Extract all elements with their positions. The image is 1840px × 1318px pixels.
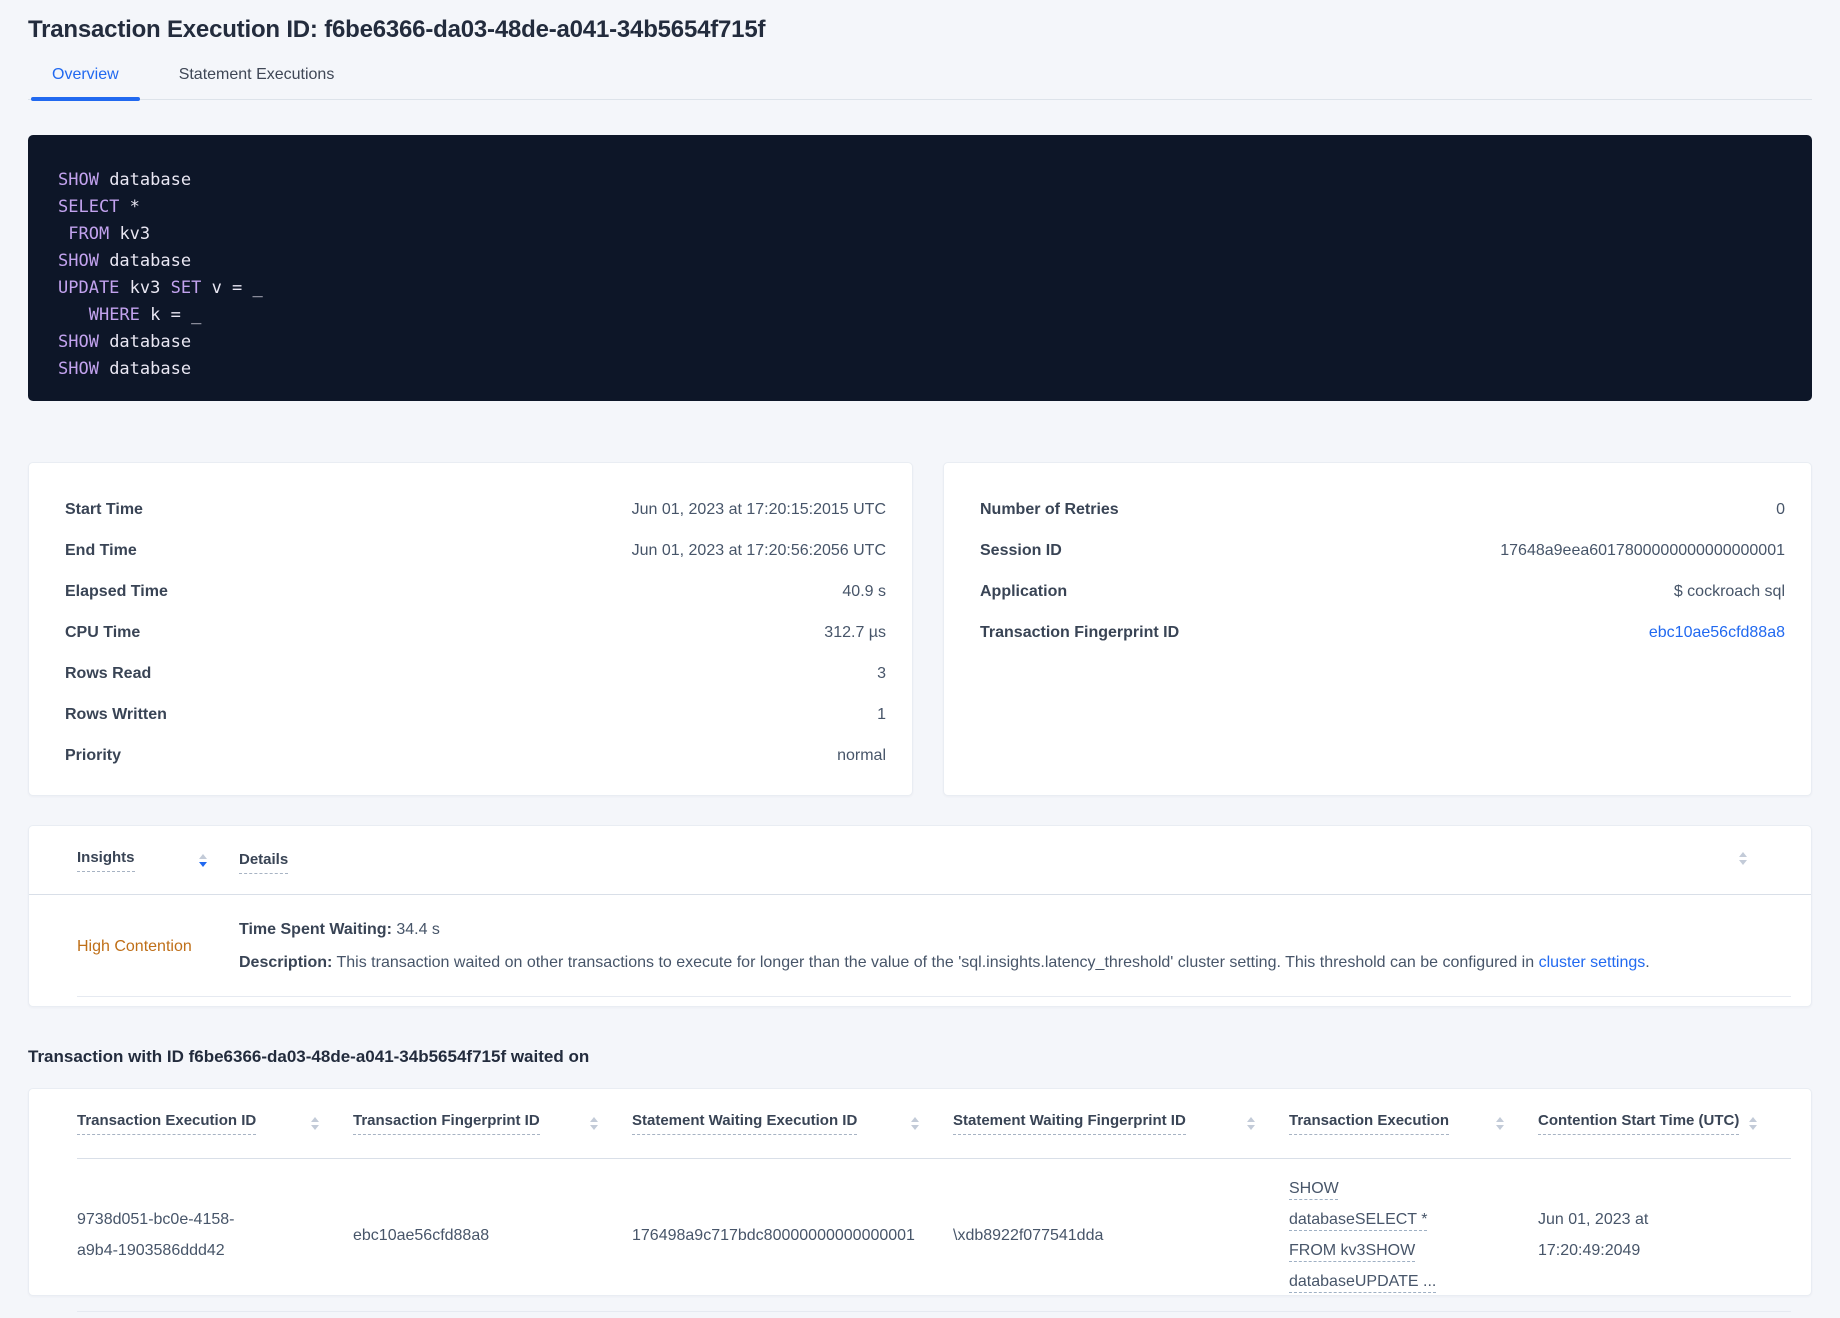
sort-arrows-icon (911, 1117, 919, 1130)
column-header-statement-waiting-fingerprint-id[interactable]: Statement Waiting Fingerprint ID (953, 1112, 1289, 1135)
column-header-statement-waiting-execution-id[interactable]: Statement Waiting Execution ID (632, 1112, 953, 1135)
stat-row-transaction-fingerprint-id: Transaction Fingerprint ID ebc10ae56cfd8… (980, 612, 1785, 653)
waited-on-table-row: 9738d051-bc0e-4158-a9b4-1903586ddd42 ebc… (77, 1159, 1791, 1312)
stat-row-retries: Number of Retries 0 (980, 489, 1785, 530)
stat-row-application: Application $ cockroach sql (980, 571, 1785, 612)
stat-value: Jun 01, 2023 at 17:20:15:2015 UTC (631, 500, 886, 518)
stat-row-session-id: Session ID 17648a9eea6017800000000000000… (980, 530, 1785, 571)
insight-description: Description: This transaction waited on … (239, 954, 1650, 971)
transaction-fingerprint-id-cell: ebc10ae56cfd88a8 (353, 1226, 490, 1244)
stat-value: 3 (877, 664, 886, 682)
stat-row-priority: Priority normal (65, 735, 886, 776)
stat-label: Elapsed Time (65, 582, 168, 600)
stat-label: Application (980, 582, 1068, 600)
stat-label: Start Time (65, 500, 143, 518)
sql-line: UPDATE kv3 SET v = _ (58, 278, 263, 298)
stat-row-start-time: Start Time Jun 01, 2023 at 17:20:15:2015… (65, 489, 886, 530)
waited-on-table-header: Transaction Execution ID Transaction Fin… (77, 1089, 1791, 1159)
stat-label: Rows Read (65, 664, 152, 682)
page-title: Transaction Execution ID: f6be6366-da03-… (28, 16, 766, 43)
stat-row-cpu-time: CPU Time 312.7 µs (65, 612, 886, 653)
insight-details-cell: Time Spent Waiting: 34.4 s Description: … (239, 917, 1791, 976)
tab-overview-label: Overview (52, 66, 119, 83)
column-header-transaction-fingerprint-id[interactable]: Transaction Fingerprint ID (353, 1112, 632, 1135)
execution-stats-card: Start Time Jun 01, 2023 at 17:20:15:2015… (28, 462, 913, 796)
tab-statement-executions-label: Statement Executions (178, 66, 335, 83)
sql-line: SHOW database (58, 332, 192, 352)
stat-value: 312.7 µs (824, 623, 886, 641)
sql-line: FROM kv3 (68, 224, 151, 244)
tab-bar: Overview Statement Executions (28, 66, 1812, 101)
stat-row-rows-read: Rows Read 3 (65, 653, 886, 694)
stat-label: Session ID (980, 541, 1062, 559)
time-spent-waiting: Time Spent Waiting: 34.4 s (239, 921, 440, 938)
stat-label: Transaction Fingerprint ID (980, 623, 1180, 641)
insight-type-cell: High Contention (77, 937, 192, 955)
stat-label: CPU Time (65, 623, 141, 641)
stat-row-elapsed-time: Elapsed Time 40.9 s (65, 571, 886, 612)
cluster-settings-link[interactable]: cluster settings (1539, 954, 1646, 971)
sort-arrows-icon (1247, 1117, 1255, 1130)
waited-on-table-card: Transaction Execution ID Transaction Fin… (28, 1088, 1812, 1312)
stat-value: normal (837, 746, 886, 764)
stat-label: End Time (65, 541, 137, 559)
stat-value: $ cockroach sql (1673, 582, 1785, 600)
transaction-execution-id-cell: 9738d051-bc0e-4158-a9b4-1903586ddd42 (77, 1211, 235, 1259)
stat-label: Rows Written (65, 705, 167, 723)
transaction-fingerprint-id-link[interactable]: ebc10ae56cfd88a8 (1649, 624, 1785, 642)
waited-on-heading: Transaction with ID f6be6366-da03-48de-a… (28, 1047, 590, 1066)
sql-line: SHOW database (58, 359, 192, 379)
sql-line: SELECT * (58, 197, 140, 217)
statement-waiting-fingerprint-id-cell: \xdb8922f077541dda (953, 1226, 1104, 1244)
insights-column-label: Insights (77, 849, 135, 872)
contention-start-time-cell: Jun 01, 2023 at 17:20:49:2049 (1538, 1211, 1649, 1259)
sort-arrows-icon (199, 853, 207, 867)
sql-line: SHOW database (58, 170, 192, 190)
sql-line: SHOW database (58, 251, 192, 271)
row-divider (77, 996, 1791, 997)
stat-row-end-time: End Time Jun 01, 2023 at 17:20:56:2056 U… (65, 530, 886, 571)
sql-statements-box: SHOW database SELECT * FROM kv3 SHOW dat… (28, 135, 1812, 401)
stat-value: Jun 01, 2023 at 17:20:56:2056 UTC (631, 541, 886, 559)
stat-value: 40.9 s (842, 582, 886, 600)
column-header-details[interactable]: Details (239, 851, 289, 874)
stat-label: Priority (65, 746, 122, 764)
column-header-insights[interactable]: Insights (77, 849, 207, 872)
statement-waiting-execution-id-cell: 176498a9c717bdc80000000000000001 (632, 1226, 915, 1244)
transaction-execution-cell: SHOW databaseSELECT * FROM kv3SHOW datab… (1289, 1173, 1538, 1297)
sql-line: WHERE k = _ (88, 305, 202, 325)
sort-arrows-icon (590, 1117, 598, 1130)
stat-value: 17648a9eea6017800000000000000001 (1500, 541, 1785, 559)
tab-statement-executions[interactable]: Statement Executions (179, 66, 335, 99)
stat-value: 0 (1776, 500, 1785, 518)
tab-overview[interactable]: Overview (31, 66, 140, 101)
detail-cards-row: Start Time Jun 01, 2023 at 17:20:15:2015… (28, 462, 1812, 796)
stat-value: 1 (877, 705, 886, 723)
insight-row: High Contention Time Spent Waiting: 34.4… (29, 895, 1811, 976)
sort-arrows-icon (1739, 852, 1747, 865)
column-header-contention-start-time[interactable]: Contention Start Time (UTC) (1538, 1112, 1791, 1135)
transaction-details-page: Transaction Execution ID: f6be6366-da03-… (0, 0, 1840, 1318)
insights-table-header: Insights Details (29, 826, 1811, 895)
sort-arrows-icon (1749, 1117, 1757, 1130)
sort-arrows-icon (1496, 1117, 1504, 1130)
stat-label: Number of Retries (980, 500, 1119, 518)
transaction-execution-link[interactable]: SHOW databaseSELECT * FROM kv3SHOW datab… (1289, 1173, 1471, 1297)
details-column-label: Details (239, 851, 289, 874)
active-tab-underline (31, 97, 140, 101)
sort-arrows-icon (311, 1117, 319, 1130)
session-info-card: Number of Retries 0 Session ID 17648a9ee… (943, 462, 1812, 796)
column-header-transaction-execution-id[interactable]: Transaction Execution ID (77, 1112, 353, 1135)
insights-table-card: Insights Details High Contention Time Sp… (28, 825, 1812, 1007)
stat-row-rows-written: Rows Written 1 (65, 694, 886, 735)
column-header-transaction-execution[interactable]: Transaction Execution (1289, 1112, 1538, 1135)
